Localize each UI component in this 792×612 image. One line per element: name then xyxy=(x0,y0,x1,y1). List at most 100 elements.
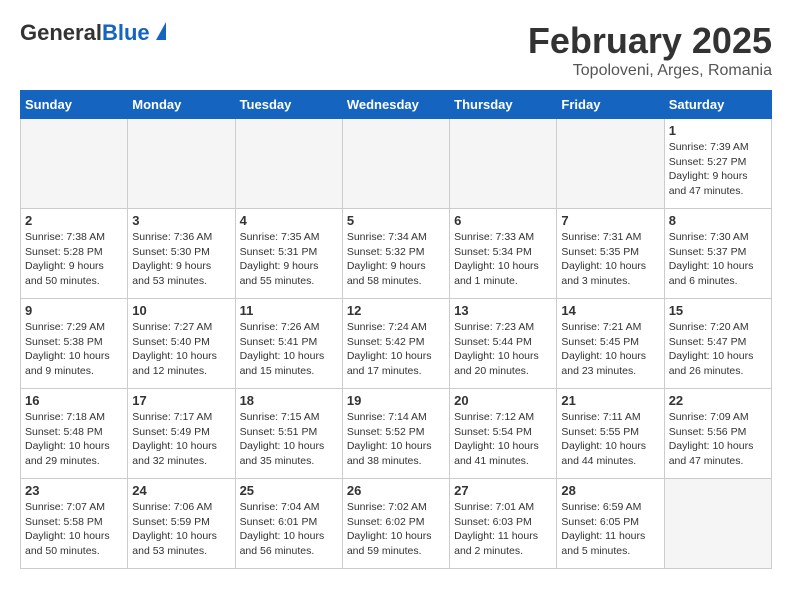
day-number: 9 xyxy=(25,303,123,318)
day-info: Sunrise: 7:39 AM Sunset: 5:27 PM Dayligh… xyxy=(669,140,767,199)
day-info: Sunrise: 7:36 AM Sunset: 5:30 PM Dayligh… xyxy=(132,230,230,289)
calendar-cell xyxy=(21,119,128,209)
day-info: Sunrise: 7:29 AM Sunset: 5:38 PM Dayligh… xyxy=(25,320,123,379)
day-number: 14 xyxy=(561,303,659,318)
week-row-3: 9 Sunrise: 7:29 AM Sunset: 5:38 PM Daylig… xyxy=(21,299,772,389)
calendar-cell: 5Sunrise: 7:34 AM Sunset: 5:32 PM Daylig… xyxy=(342,209,449,299)
calendar-cell: 14 Sunrise: 7:21 AM Sunset: 5:45 PM Dayli… xyxy=(557,299,664,389)
week-row-4: 16Sunrise: 7:18 AM Sunset: 5:48 PM Dayli… xyxy=(21,389,772,479)
day-info: Sunrise: 7:14 AM Sunset: 5:52 PM Dayligh… xyxy=(347,410,445,469)
page-header: GeneralBlue February 2025 Topoloveni, Ar… xyxy=(20,20,772,80)
day-number: 24 xyxy=(132,483,230,498)
day-number: 13 xyxy=(454,303,552,318)
day-number: 28 xyxy=(561,483,659,498)
weekday-header-friday: Friday xyxy=(557,91,664,119)
day-number: 6 xyxy=(454,213,552,228)
day-number: 26 xyxy=(347,483,445,498)
week-row-1: 1 Sunrise: 7:39 AM Sunset: 5:27 PM Daylig… xyxy=(21,119,772,209)
logo: GeneralBlue xyxy=(20,20,166,46)
day-number: 21 xyxy=(561,393,659,408)
calendar-cell: 12 Sunrise: 7:24 AM Sunset: 5:42 PM Dayli… xyxy=(342,299,449,389)
day-number: 4 xyxy=(240,213,338,228)
calendar-cell: 19 Sunrise: 7:14 AM Sunset: 5:52 PM Dayli… xyxy=(342,389,449,479)
day-info: Sunrise: 7:06 AM Sunset: 5:59 PM Dayligh… xyxy=(132,500,230,559)
day-info: Sunrise: 7:33 AM Sunset: 5:34 PM Dayligh… xyxy=(454,230,552,289)
weekday-header-thursday: Thursday xyxy=(450,91,557,119)
calendar-table: SundayMondayTuesdayWednesdayThursdayFrid… xyxy=(20,90,772,569)
day-number: 5 xyxy=(347,213,445,228)
day-number: 8 xyxy=(669,213,767,228)
day-info: Sunrise: 7:27 AM Sunset: 5:40 PM Dayligh… xyxy=(132,320,230,379)
day-number: 15 xyxy=(669,303,767,318)
day-number: 19 xyxy=(347,393,445,408)
calendar-cell: 11Sunrise: 7:26 AM Sunset: 5:41 PM Dayli… xyxy=(235,299,342,389)
day-info: Sunrise: 7:04 AM Sunset: 6:01 PM Dayligh… xyxy=(240,500,338,559)
calendar-cell: 3 Sunrise: 7:36 AM Sunset: 5:30 PM Daylig… xyxy=(128,209,235,299)
weekday-header-monday: Monday xyxy=(128,91,235,119)
day-number: 1 xyxy=(669,123,767,138)
weekday-header-wednesday: Wednesday xyxy=(342,91,449,119)
day-info: Sunrise: 7:07 AM Sunset: 5:58 PM Dayligh… xyxy=(25,500,123,559)
calendar-cell: 2Sunrise: 7:38 AM Sunset: 5:28 PM Daylig… xyxy=(21,209,128,299)
day-info: Sunrise: 7:31 AM Sunset: 5:35 PM Dayligh… xyxy=(561,230,659,289)
day-info: Sunrise: 7:35 AM Sunset: 5:31 PM Dayligh… xyxy=(240,230,338,289)
week-row-5: 23 Sunrise: 7:07 AM Sunset: 5:58 PM Dayli… xyxy=(21,479,772,569)
day-info: Sunrise: 7:23 AM Sunset: 5:44 PM Dayligh… xyxy=(454,320,552,379)
calendar-cell: 20 Sunrise: 7:12 AM Sunset: 5:54 PM Dayli… xyxy=(450,389,557,479)
calendar-cell: 25 Sunrise: 7:04 AM Sunset: 6:01 PM Dayli… xyxy=(235,479,342,569)
calendar-cell: 8 Sunrise: 7:30 AM Sunset: 5:37 PM Daylig… xyxy=(664,209,771,299)
calendar-cell xyxy=(664,479,771,569)
calendar-cell xyxy=(235,119,342,209)
calendar-cell: 13 Sunrise: 7:23 AM Sunset: 5:44 PM Dayli… xyxy=(450,299,557,389)
weekday-header-tuesday: Tuesday xyxy=(235,91,342,119)
day-number: 7 xyxy=(561,213,659,228)
day-number: 3 xyxy=(132,213,230,228)
day-number: 16 xyxy=(25,393,123,408)
title-block: February 2025 Topoloveni, Arges, Romania xyxy=(528,20,772,80)
day-info: Sunrise: 7:02 AM Sunset: 6:02 PM Dayligh… xyxy=(347,500,445,559)
day-info: Sunrise: 6:59 AM Sunset: 6:05 PM Dayligh… xyxy=(561,500,659,559)
calendar-cell: 4 Sunrise: 7:35 AM Sunset: 5:31 PM Daylig… xyxy=(235,209,342,299)
calendar-cell: 10 Sunrise: 7:27 AM Sunset: 5:40 PM Dayli… xyxy=(128,299,235,389)
calendar-cell: 17Sunrise: 7:17 AM Sunset: 5:49 PM Dayli… xyxy=(128,389,235,479)
day-number: 27 xyxy=(454,483,552,498)
logo-icon: GeneralBlue xyxy=(20,20,166,46)
calendar-cell: 18Sunrise: 7:15 AM Sunset: 5:51 PM Dayli… xyxy=(235,389,342,479)
day-number: 22 xyxy=(669,393,767,408)
calendar-cell xyxy=(342,119,449,209)
calendar-cell: 7 Sunrise: 7:31 AM Sunset: 5:35 PM Daylig… xyxy=(557,209,664,299)
calendar-cell: 26 Sunrise: 7:02 AM Sunset: 6:02 PM Dayli… xyxy=(342,479,449,569)
day-number: 25 xyxy=(240,483,338,498)
week-row-2: 2Sunrise: 7:38 AM Sunset: 5:28 PM Daylig… xyxy=(21,209,772,299)
calendar-cell: 24 Sunrise: 7:06 AM Sunset: 5:59 PM Dayli… xyxy=(128,479,235,569)
day-info: Sunrise: 7:09 AM Sunset: 5:56 PM Dayligh… xyxy=(669,410,767,469)
logo-text: GeneralBlue xyxy=(20,20,150,46)
calendar-cell: 6 Sunrise: 7:33 AM Sunset: 5:34 PM Daylig… xyxy=(450,209,557,299)
calendar-cell: 23 Sunrise: 7:07 AM Sunset: 5:58 PM Dayli… xyxy=(21,479,128,569)
calendar-cell: 15Sunrise: 7:20 AM Sunset: 5:47 PM Dayli… xyxy=(664,299,771,389)
calendar-cell: 22 Sunrise: 7:09 AM Sunset: 5:56 PM Dayli… xyxy=(664,389,771,479)
calendar-cell: 27 Sunrise: 7:01 AM Sunset: 6:03 PM Dayli… xyxy=(450,479,557,569)
day-number: 23 xyxy=(25,483,123,498)
calendar-cell: 16Sunrise: 7:18 AM Sunset: 5:48 PM Dayli… xyxy=(21,389,128,479)
day-number: 20 xyxy=(454,393,552,408)
calendar-cell: 1 Sunrise: 7:39 AM Sunset: 5:27 PM Daylig… xyxy=(664,119,771,209)
weekday-header-row: SundayMondayTuesdayWednesdayThursdayFrid… xyxy=(21,91,772,119)
day-number: 10 xyxy=(132,303,230,318)
day-info: Sunrise: 7:26 AM Sunset: 5:41 PM Dayligh… xyxy=(240,320,338,379)
calendar-subtitle: Topoloveni, Arges, Romania xyxy=(528,62,772,80)
day-info: Sunrise: 7:01 AM Sunset: 6:03 PM Dayligh… xyxy=(454,500,552,559)
calendar-cell xyxy=(128,119,235,209)
day-info: Sunrise: 7:30 AM Sunset: 5:37 PM Dayligh… xyxy=(669,230,767,289)
day-info: Sunrise: 7:24 AM Sunset: 5:42 PM Dayligh… xyxy=(347,320,445,379)
day-info: Sunrise: 7:11 AM Sunset: 5:55 PM Dayligh… xyxy=(561,410,659,469)
day-number: 2 xyxy=(25,213,123,228)
day-info: Sunrise: 7:12 AM Sunset: 5:54 PM Dayligh… xyxy=(454,410,552,469)
day-number: 17 xyxy=(132,393,230,408)
weekday-header-saturday: Saturday xyxy=(664,91,771,119)
logo-triangle-icon xyxy=(156,22,166,40)
day-info: Sunrise: 7:21 AM Sunset: 5:45 PM Dayligh… xyxy=(561,320,659,379)
calendar-cell xyxy=(450,119,557,209)
day-number: 12 xyxy=(347,303,445,318)
calendar-cell: 28 Sunrise: 6:59 AM Sunset: 6:05 PM Dayli… xyxy=(557,479,664,569)
